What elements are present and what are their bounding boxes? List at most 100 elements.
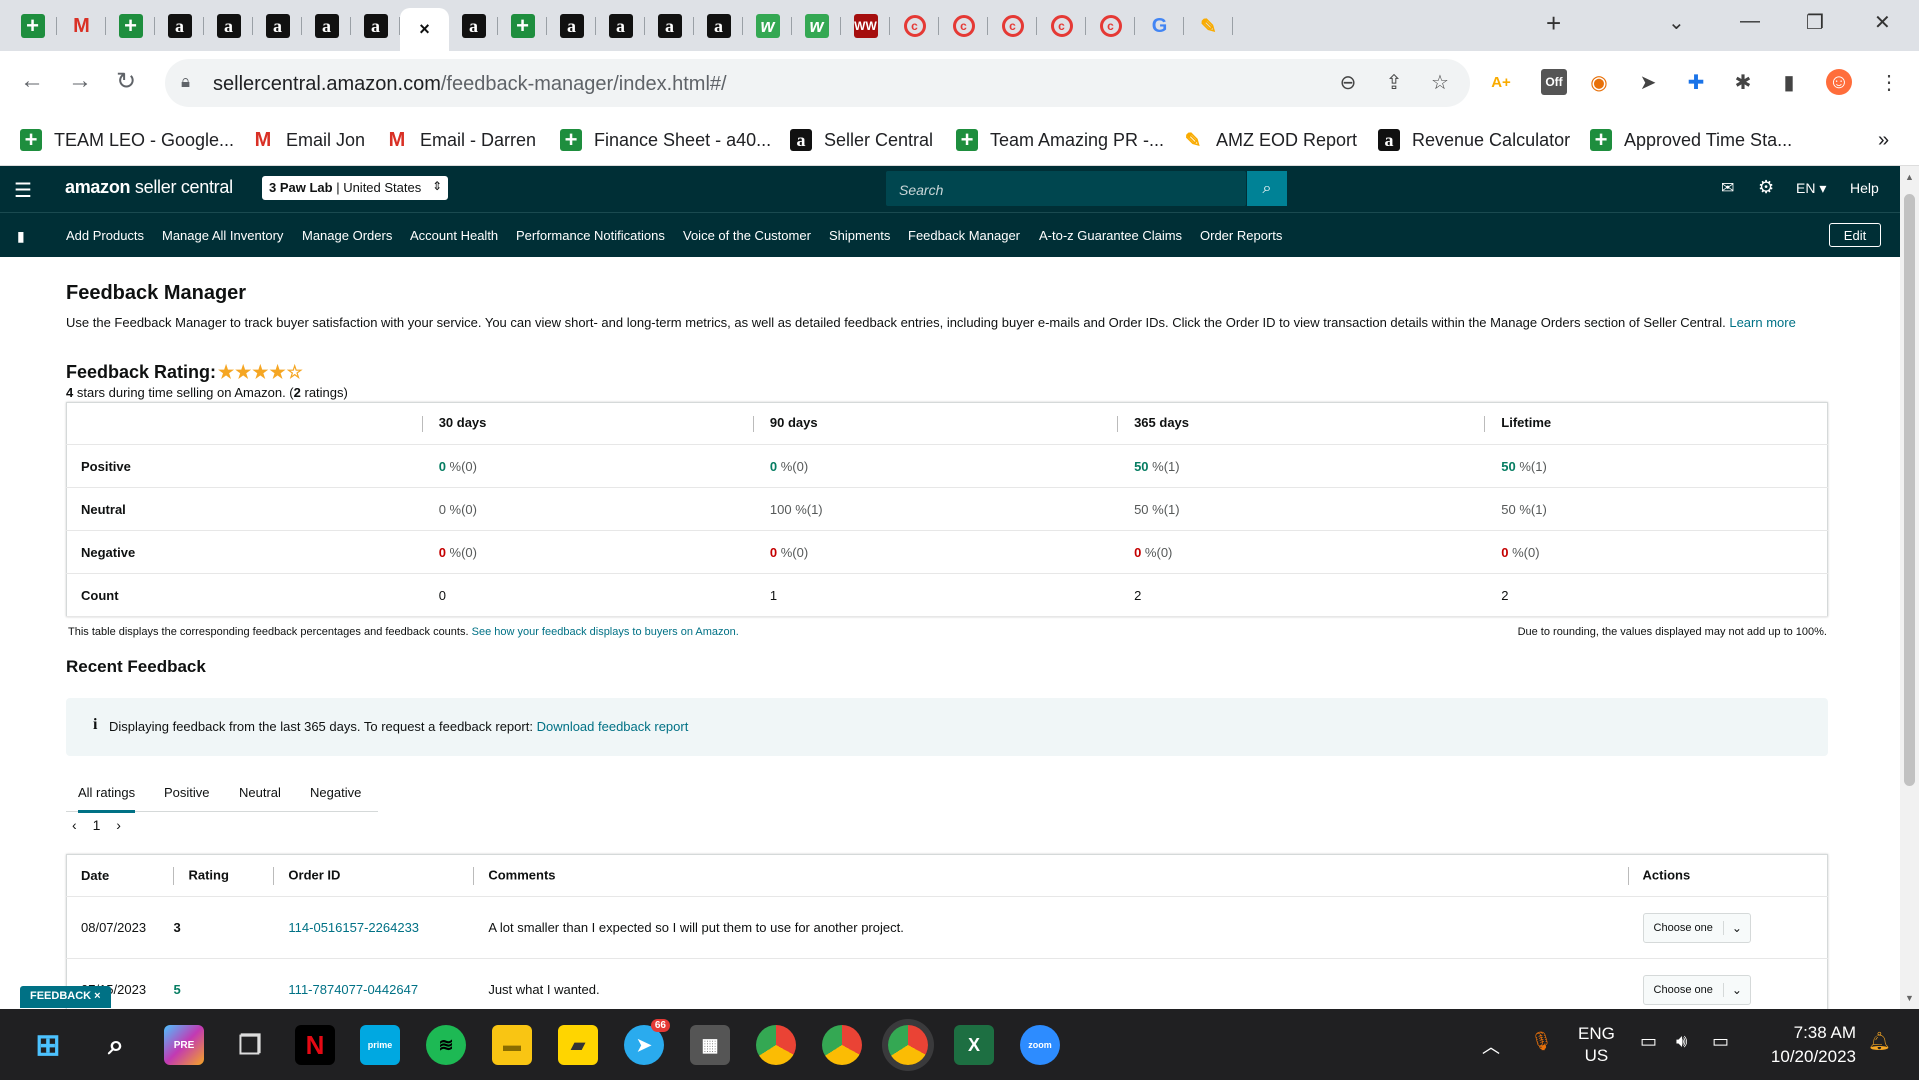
browser-tab[interactable]: a: [694, 8, 743, 44]
browser-tab[interactable]: a: [351, 8, 400, 44]
lock-icon[interactable]: 🔒︎: [181, 72, 190, 92]
mail-icon[interactable]: ✉: [1721, 178, 1734, 198]
windows-start-icon[interactable]: ⊞: [28, 1025, 68, 1065]
netflix-icon[interactable]: N: [295, 1025, 335, 1065]
task-view-icon[interactable]: ❐: [230, 1025, 270, 1065]
edit-nav-button[interactable]: Edit: [1829, 223, 1881, 247]
current-page[interactable]: 1: [93, 817, 101, 833]
telegram-icon[interactable]: ➤ 66: [624, 1019, 670, 1065]
tab-search-icon[interactable]: ⌄: [1668, 10, 1685, 35]
share-icon[interactable]: ⇪: [1381, 69, 1407, 95]
settings-gear-icon[interactable]: ⚙: [1758, 177, 1774, 198]
search-input[interactable]: Search: [886, 171, 1246, 206]
learn-more-link[interactable]: Learn more: [1729, 315, 1795, 330]
filter-tab[interactable]: Negative: [310, 785, 361, 800]
file-explorer-icon[interactable]: ▬: [492, 1025, 532, 1065]
browser-tab[interactable]: w: [743, 8, 792, 44]
browser-tab[interactable]: ✎: [1184, 8, 1233, 44]
nav-link[interactable]: Account Health: [410, 228, 498, 243]
language-indicator[interactable]: ENG US: [1578, 1023, 1615, 1067]
reload-icon[interactable]: ↻: [116, 67, 136, 96]
bookmark-nav-icon[interactable]: ▮: [17, 228, 25, 245]
bookmark-item[interactable]: + Finance Sheet - a40...: [560, 125, 771, 155]
browser-tab[interactable]: a: [596, 8, 645, 44]
download-report-link[interactable]: Download feedback report: [537, 719, 689, 734]
hamburger-menu-icon[interactable]: ☰: [14, 178, 32, 203]
spotify-icon[interactable]: ≋: [426, 1025, 466, 1065]
volume-icon[interactable]: 🔊︎: [1676, 1031, 1687, 1052]
sticky-notes-icon[interactable]: ▰: [558, 1025, 598, 1065]
nav-link[interactable]: Voice of the Customer: [683, 228, 811, 243]
bookmark-item[interactable]: ✎ AMZ EOD Report: [1182, 125, 1357, 155]
bookmark-item[interactable]: M Email Jon: [252, 125, 365, 155]
nav-link[interactable]: Add Products: [66, 228, 144, 243]
browser-tab[interactable]: a: [253, 8, 302, 44]
filter-tab[interactable]: Neutral: [239, 785, 281, 800]
menu-kebab-icon[interactable]: ⋮: [1876, 69, 1902, 95]
extensions-icon[interactable]: ✱: [1730, 69, 1756, 95]
browser-tab[interactable]: a: [204, 8, 253, 44]
nav-link[interactable]: Performance Notifications: [516, 228, 665, 243]
taskbar-search-icon[interactable]: ⌕: [96, 1025, 136, 1065]
browser-tab[interactable]: +: [498, 8, 547, 44]
notification-bell-icon[interactable]: 🔔︎: [1868, 1031, 1891, 1052]
zoom-icon[interactable]: zoom: [1020, 1025, 1060, 1065]
nav-link[interactable]: Order Reports: [1200, 228, 1282, 243]
tray-chevron-icon[interactable]: ︿: [1482, 1033, 1500, 1059]
browser-tab[interactable]: c: [939, 8, 988, 44]
profile-avatar[interactable]: ☺: [1826, 69, 1852, 95]
buyer-display-link[interactable]: See how your feedback displays to buyers…: [472, 626, 739, 638]
seller-central-logo[interactable]: amazon seller central: [65, 177, 233, 198]
nav-link[interactable]: Manage All Inventory: [162, 228, 283, 243]
bookmark-item[interactable]: + TEAM LEO - Google...: [20, 125, 234, 155]
browser-tab[interactable]: c: [1086, 8, 1135, 44]
chrome-profile-1-icon[interactable]: [756, 1025, 796, 1065]
battery-icon[interactable]: ▭: [1712, 1031, 1729, 1052]
chrome-active-icon[interactable]: [888, 1025, 928, 1065]
prev-page-icon[interactable]: ‹: [72, 817, 77, 833]
language-selector[interactable]: EN ▾: [1796, 180, 1826, 197]
bookmark-item[interactable]: + Approved Time Sta...: [1590, 125, 1792, 155]
copilot-icon[interactable]: PRE: [164, 1025, 204, 1065]
bookmark-item[interactable]: + Team Amazing PR -...: [956, 125, 1164, 155]
order-id-link[interactable]: 111-7874077-0442647: [288, 982, 418, 997]
nav-link[interactable]: Shipments: [829, 228, 890, 243]
browser-tab[interactable]: a: [155, 8, 204, 44]
page-scrollbar[interactable]: ▲ ▼: [1900, 166, 1919, 1009]
side-panel-icon[interactable]: ▮: [1776, 69, 1802, 95]
browser-tab[interactable]: c: [890, 8, 939, 44]
bookmark-item[interactable]: a Seller Central: [790, 125, 933, 155]
feedback-tag-button[interactable]: FEEDBACK ×: [20, 986, 111, 1008]
browser-tab[interactable]: a: [302, 8, 351, 44]
help-link[interactable]: Help: [1850, 180, 1879, 196]
clock[interactable]: 7:38 AM 10/20/2023: [1756, 1021, 1856, 1069]
scroll-thumb[interactable]: [1904, 194, 1915, 786]
browser-tab[interactable]: c: [1037, 8, 1086, 44]
calculator-icon[interactable]: ▦: [690, 1025, 730, 1065]
cursor-extension-icon[interactable]: ➤: [1635, 69, 1661, 95]
store-selector[interactable]: 3 Paw Lab | United States ⇕: [262, 176, 449, 200]
forward-icon[interactable]: →: [68, 67, 92, 95]
microphone-icon[interactable]: 🎙︎: [1530, 1031, 1553, 1052]
nav-link[interactable]: A-to-z Guarantee Claims: [1039, 228, 1182, 243]
filter-tab[interactable]: All ratings: [78, 785, 136, 813]
search-button[interactable]: ⌕: [1247, 171, 1287, 206]
restore-icon[interactable]: ❐: [1806, 10, 1824, 35]
browser-tab[interactable]: a: [449, 8, 498, 44]
choose-action-dropdown[interactable]: Choose one ⌄: [1642, 974, 1751, 1005]
nav-link[interactable]: Feedback Manager: [908, 228, 1020, 243]
new-tab-button[interactable]: +: [1546, 8, 1561, 39]
order-id-link[interactable]: 114-0516157-2264233: [288, 920, 419, 935]
choose-action-dropdown[interactable]: Choose one ⌄: [1642, 912, 1751, 943]
zoom-icon[interactable]: ⊖: [1335, 69, 1361, 95]
keepa-extension-icon[interactable]: ◉: [1586, 69, 1612, 95]
helium-extension-icon[interactable]: ✚: [1683, 69, 1709, 95]
back-icon[interactable]: ←: [20, 67, 44, 95]
network-icon[interactable]: ▭: [1640, 1031, 1657, 1052]
next-page-icon[interactable]: ›: [116, 817, 121, 833]
minimize-icon[interactable]: —: [1740, 10, 1760, 33]
bookmark-item[interactable]: M Email - Darren: [386, 125, 536, 155]
browser-tab[interactable]: +: [8, 8, 57, 44]
excel-icon[interactable]: X: [954, 1025, 994, 1065]
scroll-up-icon[interactable]: ▲: [1905, 172, 1914, 182]
